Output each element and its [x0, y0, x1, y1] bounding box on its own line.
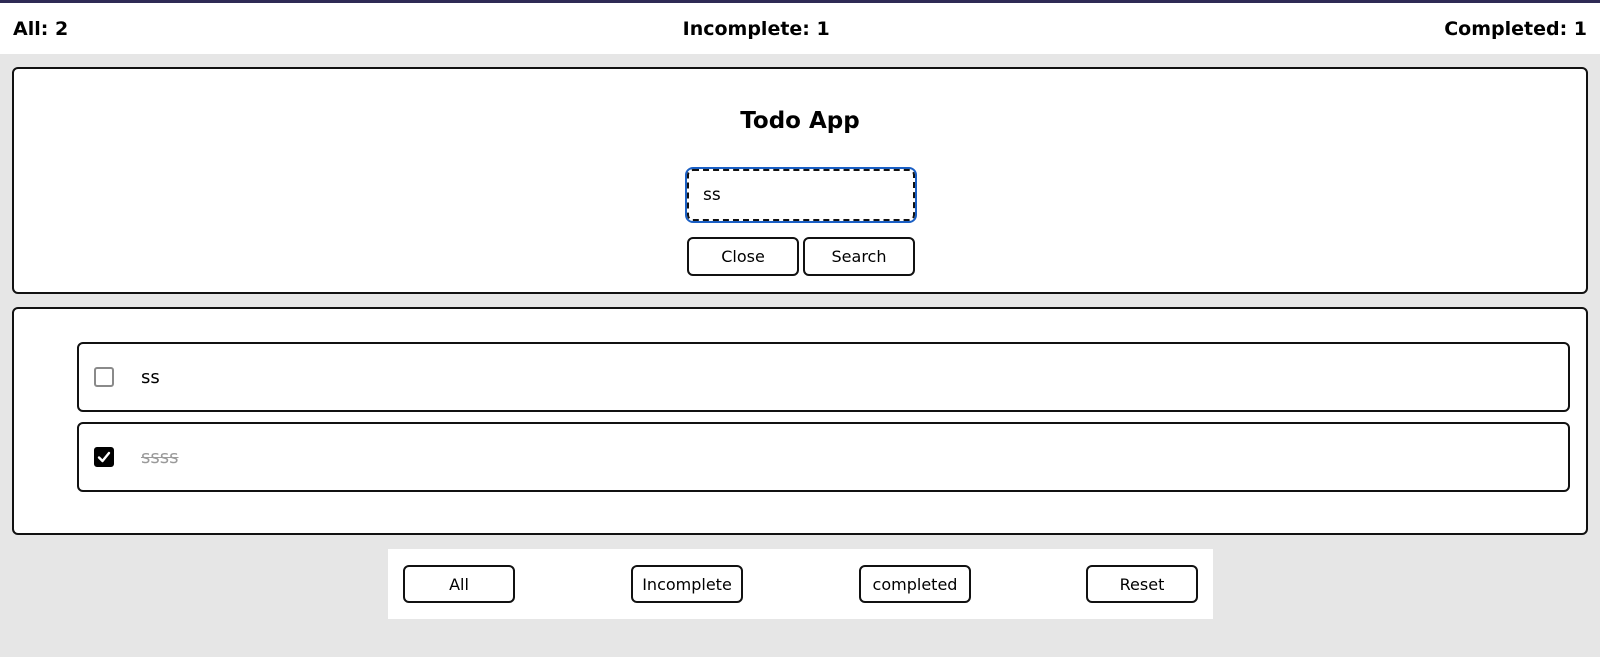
stats-bar: All: 2 Incomplete: 1 Completed: 1	[0, 3, 1600, 54]
todo-checkbox[interactable]	[94, 367, 114, 387]
search-button[interactable]: Search	[803, 237, 915, 276]
todo-list-panel: ss ssss	[12, 307, 1588, 535]
stat-completed: Completed: 1	[1444, 17, 1587, 40]
close-button[interactable]: Close	[687, 237, 799, 276]
check-icon	[97, 451, 111, 463]
todo-text: ssss	[141, 446, 179, 468]
page-title: Todo App	[740, 108, 860, 134]
reset-button[interactable]: Reset	[1086, 565, 1198, 603]
todo-item[interactable]: ssss	[77, 422, 1570, 492]
filter-incomplete-button[interactable]: Incomplete	[631, 565, 743, 603]
filter-completed-button[interactable]: completed	[859, 565, 971, 603]
todo-checkbox[interactable]	[94, 447, 114, 467]
todo-text: ss	[141, 366, 160, 388]
header-panel: Todo App Close Search	[12, 67, 1588, 294]
todo-input[interactable]	[685, 167, 917, 223]
todo-item[interactable]: ss	[77, 342, 1570, 412]
filter-all-button[interactable]: All	[403, 565, 515, 603]
filter-bar: All Incomplete completed Reset	[388, 549, 1213, 619]
stat-incomplete: Incomplete: 1	[682, 17, 830, 40]
stat-all: All: 2	[13, 17, 69, 40]
